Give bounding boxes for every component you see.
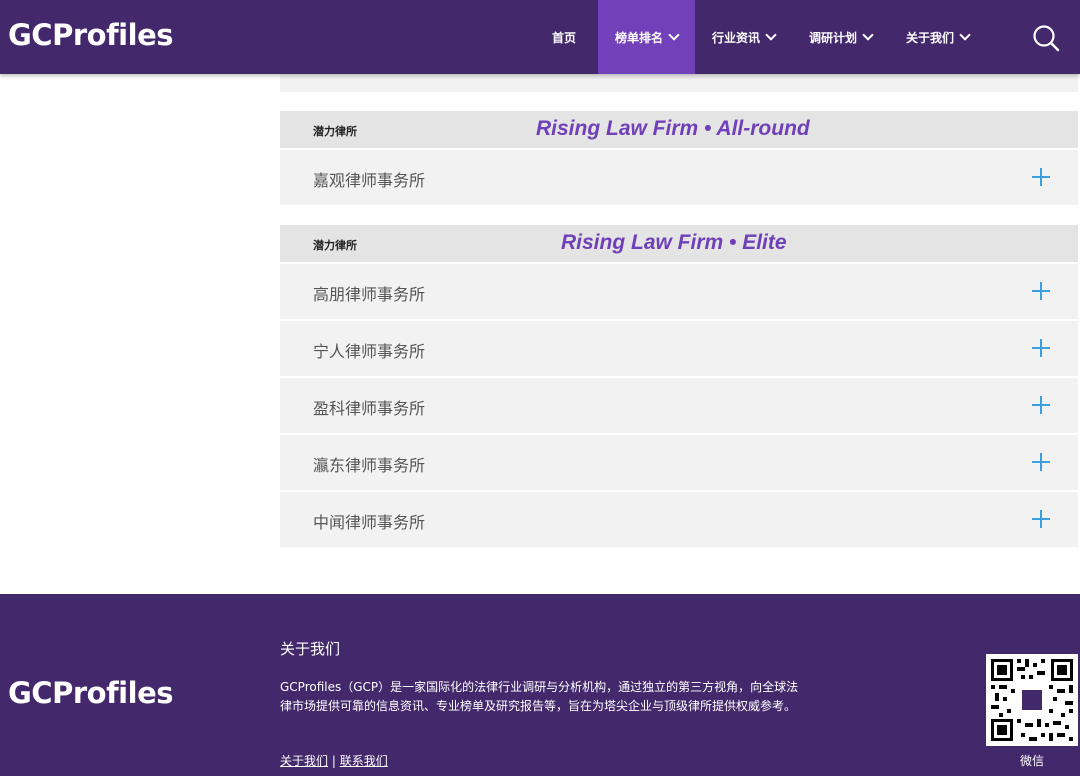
chevron-down-icon xyxy=(959,28,971,41)
ranking-section: 潜力律所 Rising Law Firm • All-round 嘉观律师事务所 xyxy=(280,111,1078,205)
nav-item-research[interactable]: 调研计划 xyxy=(792,0,889,74)
firm-name: 嘉观律师事务所 xyxy=(313,171,426,190)
nav-item-news[interactable]: 行业资讯 xyxy=(695,0,792,74)
plus-icon[interactable] xyxy=(1032,453,1050,471)
chevron-down-icon xyxy=(668,28,680,41)
firm-name: 宁人律师事务所 xyxy=(313,342,426,361)
plus-icon[interactable] xyxy=(1032,510,1050,528)
about-us-link[interactable]: 关于我们 xyxy=(280,754,328,768)
nav-item-rankings[interactable]: 榜单排名 xyxy=(598,0,695,74)
firm-row[interactable]: 宁人律师事务所 xyxy=(280,321,1078,376)
plus-icon[interactable] xyxy=(1032,396,1050,414)
footer-logo[interactable]: GCProfiles xyxy=(8,676,174,710)
firm-name: 瀛东律师事务所 xyxy=(313,456,426,475)
previous-section-bottom xyxy=(280,74,1078,92)
wechat-qr-code xyxy=(986,654,1078,746)
firm-row[interactable]: 中闻律师事务所 xyxy=(280,492,1078,547)
firm-row[interactable]: 嘉观律师事务所 xyxy=(280,150,1078,205)
chevron-down-icon xyxy=(765,28,777,41)
footer-about-title: 关于我们 xyxy=(280,640,341,658)
section-title: Rising Law Firm • All-round xyxy=(536,117,810,140)
section-title: Rising Law Firm • Elite xyxy=(561,231,787,254)
footer-description: GCProfiles（GCP）是一家国际化的法律行业调研与分析机构，通过独立的第… xyxy=(280,680,799,713)
qr-label: 微信 xyxy=(1019,754,1044,768)
plus-icon[interactable] xyxy=(1032,168,1050,186)
plus-icon[interactable] xyxy=(1032,282,1050,300)
nav-label: 首页 xyxy=(551,30,576,45)
nav-label: 榜单排名 xyxy=(614,30,663,45)
section-header: 潜力律所 Rising Law Firm • All-round xyxy=(280,111,1078,148)
nav-item-home[interactable]: 首页 xyxy=(530,0,598,74)
nav-item-about[interactable]: 关于我们 xyxy=(889,0,986,74)
site-logo[interactable]: GCProfiles xyxy=(8,18,174,52)
firm-row[interactable]: 盈科律师事务所 xyxy=(280,378,1078,433)
ranking-section: 潜力律所 Rising Law Firm • Elite 高朋律师事务所 宁人律… xyxy=(280,225,1078,547)
section-header: 潜力律所 Rising Law Firm • Elite xyxy=(280,225,1078,262)
nav-label: 行业资讯 xyxy=(711,30,760,45)
chevron-down-icon xyxy=(862,28,874,41)
site-footer: GCProfiles 关于我们 GCProfiles（GCP）是一家国际化的法律… xyxy=(0,594,1080,776)
plus-icon[interactable] xyxy=(1032,339,1050,357)
firm-name: 中闻律师事务所 xyxy=(313,513,426,532)
firm-row[interactable]: 瀛东律师事务所 xyxy=(280,435,1078,490)
nav-label: 调研计划 xyxy=(808,30,857,45)
firm-row[interactable]: 高朋律师事务所 xyxy=(280,264,1078,319)
contact-us-link[interactable]: 联系我们 xyxy=(340,754,388,768)
section-label: 潜力律所 xyxy=(313,239,357,252)
link-separator: | xyxy=(331,754,336,768)
nav-label: 关于我们 xyxy=(905,30,954,45)
firm-name: 盈科律师事务所 xyxy=(313,399,426,418)
firm-name: 高朋律师事务所 xyxy=(313,285,426,304)
site-header: GCProfiles 首页 榜单排名 行业资讯 调研计划 关于我们 xyxy=(0,0,1080,74)
search-icon[interactable] xyxy=(1032,24,1060,52)
footer-links: 关于我们 | 联系我们 xyxy=(280,752,388,769)
section-label: 潜力律所 xyxy=(313,125,357,138)
main-nav: 首页 榜单排名 行业资讯 调研计划 关于我们 xyxy=(530,0,986,74)
